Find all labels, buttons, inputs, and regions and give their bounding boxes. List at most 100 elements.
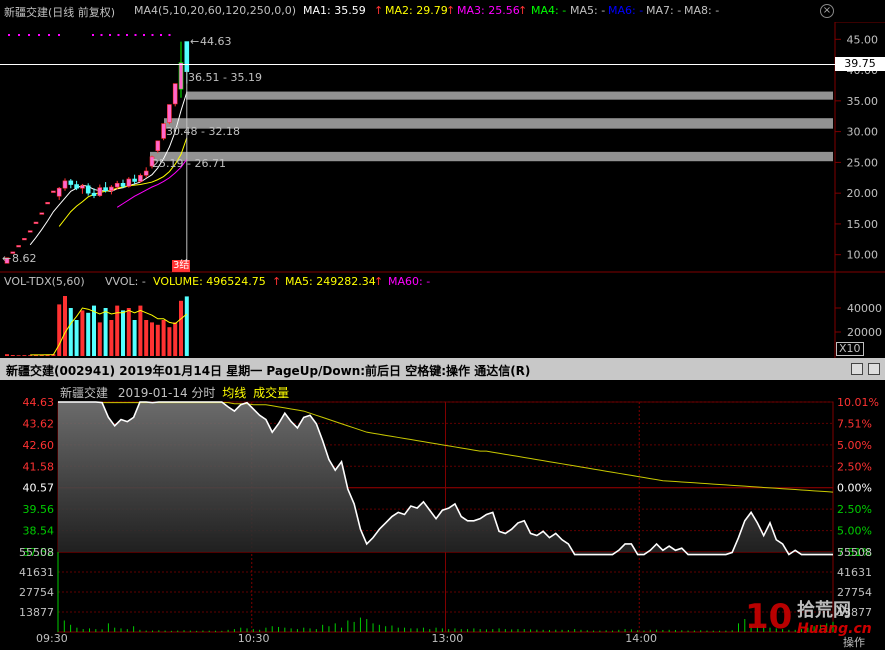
volume-value: VOLUME: 496524.75 bbox=[153, 275, 266, 288]
candle-body bbox=[33, 221, 39, 224]
volume-bar bbox=[5, 354, 9, 356]
ma1-arrow: ↑ bbox=[374, 4, 384, 17]
volume-bar bbox=[63, 296, 67, 356]
volume-bar bbox=[126, 308, 131, 356]
volume-header: VOL-TDX(5,60) VVOL: - VOLUME: 496524.75 … bbox=[0, 274, 835, 290]
price-tick-label: 30.00 bbox=[847, 126, 879, 139]
volume-bar bbox=[16, 355, 21, 356]
legend-stock-name: 新疆交建 bbox=[60, 386, 109, 400]
vol-indicator-name[interactable]: VOL-TDX(5,60) bbox=[4, 275, 85, 288]
time-tick-label: 14:00 bbox=[625, 632, 657, 645]
dot-marker bbox=[109, 34, 111, 36]
ma5-value: MA5: - bbox=[570, 4, 606, 17]
volume-bar bbox=[57, 304, 62, 356]
ma6-value: MA6: - bbox=[608, 4, 644, 17]
vol-ma60-value: MA60: - bbox=[388, 275, 431, 288]
volume-bar bbox=[184, 296, 189, 356]
support-zone bbox=[150, 151, 833, 162]
legend-date: 2019-01-14 分时 bbox=[117, 386, 216, 400]
price-tick-label: 15.00 bbox=[847, 218, 879, 231]
intraday-right-tick: 55508 bbox=[837, 546, 872, 559]
candle-body bbox=[120, 183, 126, 187]
volume-tick-label: 20000 bbox=[847, 326, 882, 339]
dot-marker bbox=[28, 34, 30, 36]
support-zone bbox=[164, 118, 833, 129]
candle-body bbox=[39, 212, 45, 215]
close-icon[interactable]: × bbox=[820, 4, 834, 18]
intraday-left-tick: 40.57 bbox=[23, 482, 55, 495]
ma4-value: MA4: - bbox=[531, 4, 567, 17]
restore-icon[interactable] bbox=[851, 363, 863, 375]
vol-ma5-arrow: ↑ bbox=[374, 275, 384, 288]
price-tick-label: 10.00 bbox=[847, 249, 879, 262]
dot-marker bbox=[160, 34, 162, 36]
zone-label-2: 30.48 - 32.18 bbox=[166, 125, 240, 138]
candle-body bbox=[178, 62, 184, 90]
intraday-left-tick: 41631 bbox=[19, 566, 54, 579]
daily-chart-area: 45.0040.0035.0030.0025.0020.0015.0010.00… bbox=[0, 22, 885, 358]
dot-marker bbox=[126, 34, 128, 36]
legend-volume[interactable]: 成交量 bbox=[253, 386, 289, 400]
volume-bar bbox=[74, 320, 79, 356]
intraday-legend: 新疆交建 2019-01-14 分时 均线 成交量 bbox=[60, 384, 289, 401]
low-arrow: ← bbox=[2, 252, 12, 265]
candle-body bbox=[62, 180, 68, 189]
candle-body bbox=[74, 184, 79, 189]
dot-marker bbox=[143, 34, 145, 36]
candle-body bbox=[132, 178, 137, 182]
ma2-value: MA2: 29.79 bbox=[385, 4, 448, 17]
intraday-left-tick: 39.56 bbox=[23, 503, 55, 516]
support-zone bbox=[186, 91, 833, 100]
time-tick-label: 13:00 bbox=[432, 632, 464, 645]
high-arrow: ← bbox=[190, 35, 200, 48]
candle-body bbox=[85, 185, 91, 194]
candle-body bbox=[109, 186, 114, 191]
volume-axis-ticks: 40000 20000 bbox=[835, 302, 882, 339]
candle-body bbox=[27, 230, 33, 233]
dot-marker bbox=[168, 34, 171, 36]
volume-bar bbox=[155, 324, 160, 356]
candle-body bbox=[68, 180, 74, 185]
intraday-left-tick: 38.54 bbox=[23, 525, 55, 538]
volume-bar bbox=[161, 320, 166, 356]
low-price-label: 8.62 bbox=[12, 252, 37, 265]
volume-bar bbox=[22, 355, 27, 356]
volume-bar bbox=[179, 300, 183, 356]
dot-marker bbox=[58, 34, 60, 36]
dot-marker bbox=[100, 34, 103, 36]
intraday-right-tick: 2.50% bbox=[837, 503, 872, 516]
time-tick-label: 10:30 bbox=[238, 632, 270, 645]
ma1-value: MA1: 35.59 bbox=[303, 4, 366, 17]
ma2-arrow: ↑ bbox=[446, 4, 456, 17]
intraday-right-tick: 5.00% bbox=[837, 525, 872, 538]
intraday-title-bar: 新疆交建(002941) 2019年01月14日 星期一 PageUp/Down… bbox=[0, 358, 885, 380]
intraday-left-tick: 27754 bbox=[19, 586, 54, 599]
candle-body bbox=[91, 192, 97, 196]
candle-body bbox=[138, 175, 143, 182]
intraday-left-tick: 41.58 bbox=[23, 460, 55, 473]
dot-marker bbox=[38, 34, 40, 36]
volume-bar bbox=[10, 355, 15, 356]
stock-title: 新疆交建(日线 前复权) bbox=[4, 6, 116, 19]
volume-bar bbox=[144, 320, 149, 356]
intraday-right-tick: 7.51% bbox=[837, 417, 872, 430]
intraday-right-tick: 41631 bbox=[837, 566, 872, 579]
close-window-icon[interactable] bbox=[868, 363, 880, 375]
intraday-title: 新疆交建(002941) 2019年01月14日 星期一 PageUp/Down… bbox=[6, 364, 531, 378]
price-tick-label: 35.00 bbox=[847, 95, 879, 108]
dot-marker bbox=[151, 34, 154, 36]
dot-marker bbox=[8, 34, 10, 36]
candle-body bbox=[16, 245, 21, 248]
volume-tick-label: 40000 bbox=[847, 302, 882, 315]
marker-badge[interactable]: 3结 bbox=[172, 260, 191, 272]
candle-body bbox=[97, 187, 103, 196]
vvol-value: VVOL: - bbox=[105, 275, 146, 288]
current-price-line bbox=[0, 64, 835, 65]
ma-group-label[interactable]: MA4(5,10,20,60,120,250,0,0) bbox=[134, 4, 296, 17]
vol-ma5-value: MA5: 249282.34 bbox=[285, 275, 376, 288]
time-tick-label: 09:30 bbox=[36, 632, 68, 645]
volume-bar bbox=[109, 320, 114, 356]
intraday-left-tick: 43.62 bbox=[23, 417, 55, 430]
legend-avg-line[interactable]: 均线 bbox=[222, 386, 246, 400]
ma7-value: MA7: - bbox=[646, 4, 682, 17]
